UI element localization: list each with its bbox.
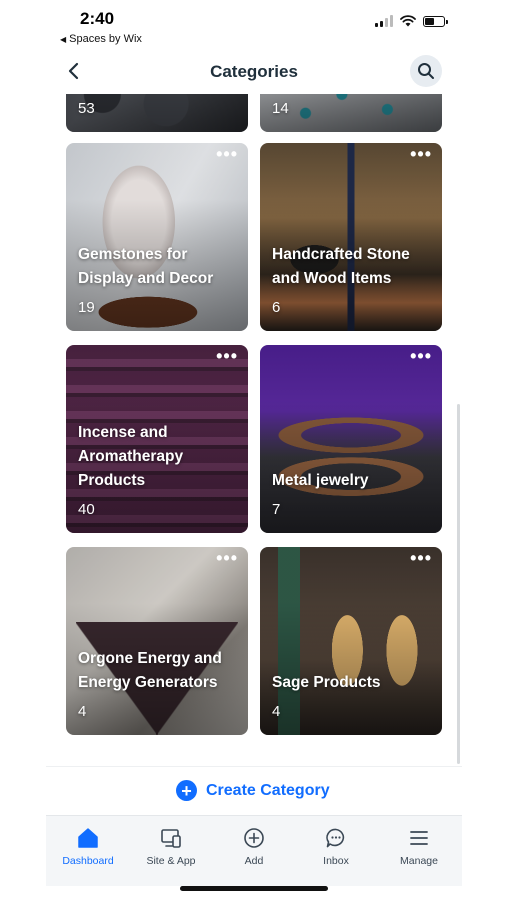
back-to-app-link[interactable]: ◀ Spaces by Wix [60,33,142,45]
page-header: Categories [46,52,462,92]
category-count: 53 [78,100,95,117]
bottom-tab-bar: Dashboard Site & App Add Inbox Manage [46,815,462,886]
category-card[interactable]: ••• Orgone Energy and Energy Generators … [66,547,248,735]
category-count: 4 [272,703,281,720]
more-options-icon[interactable]: ••• [216,549,238,567]
category-card[interactable]: ••• Metal jewelry 7 [260,345,442,533]
tab-inbox[interactable]: Inbox [296,826,376,867]
category-name: Handcrafted Stone and Wood Items [272,246,410,287]
category-count: 6 [272,299,281,316]
category-card[interactable]: ••• Sage Products 4 [260,547,442,735]
tab-label: Site & App [146,855,196,867]
more-options-icon[interactable]: ••• [216,347,238,365]
wifi-icon [400,15,416,27]
tab-dashboard[interactable]: Dashboard [48,826,128,867]
cellular-signal-icon [375,15,393,27]
battery-icon [423,15,448,27]
tab-add[interactable]: Add [214,826,294,867]
category-grid: 53 14 ••• Gemstones for Display and Deco… [46,94,462,766]
clock: 2:40 [80,9,115,28]
scrollbar[interactable] [457,404,460,764]
plus-circle-icon: + [176,780,197,801]
category-card[interactable]: 14 [260,94,442,132]
category-count: 40 [78,501,95,518]
category-name: Sage Products [272,674,381,691]
tab-label: Manage [400,855,438,867]
add-circle-icon [244,828,264,848]
more-options-icon[interactable]: ••• [410,145,432,163]
search-icon [418,63,434,79]
more-options-icon[interactable]: ••• [216,145,238,163]
create-category-button[interactable]: + Create Category [176,780,330,801]
more-options-icon[interactable]: ••• [410,347,432,365]
category-count: 7 [272,501,281,518]
chat-icon [326,828,345,848]
category-card[interactable]: ••• Handcrafted Stone and Wood Items 6 [260,143,442,331]
tab-manage[interactable]: Manage [379,826,459,867]
tab-label: Dashboard [62,855,114,867]
category-card[interactable]: 53 [66,94,248,132]
system-icons [375,15,448,27]
divider [46,766,462,767]
more-options-icon[interactable]: ••• [410,549,432,567]
menu-icon [410,831,428,845]
category-count: 19 [78,299,95,316]
status-bar: 2:40 ◀ Spaces by Wix [0,0,507,52]
back-app-label: Spaces by Wix [69,33,142,45]
create-category-label: Create Category [206,781,330,799]
tab-label: Add [244,855,264,867]
devices-icon [161,829,181,848]
category-card[interactable]: ••• Incense and Aromatherapy Products 40 [66,345,248,533]
back-triangle-icon: ◀ [60,34,67,44]
category-name: Orgone Energy and Energy Generators [78,650,222,691]
page-title: Categories [210,62,298,81]
home-indicator[interactable] [180,886,328,891]
category-name: Gemstones for Display and Decor [78,246,214,287]
category-count: 4 [78,703,87,720]
tab-site-app[interactable]: Site & App [131,826,211,867]
tab-label: Inbox [323,855,349,867]
category-card[interactable]: ••• Gemstones for Display and Decor 19 [66,143,248,331]
home-icon [78,828,98,848]
category-count: 14 [272,100,289,117]
category-name: Metal jewelry [272,472,369,489]
category-name: Incense and Aromatherapy Products [78,424,184,489]
search-button[interactable] [410,55,442,87]
